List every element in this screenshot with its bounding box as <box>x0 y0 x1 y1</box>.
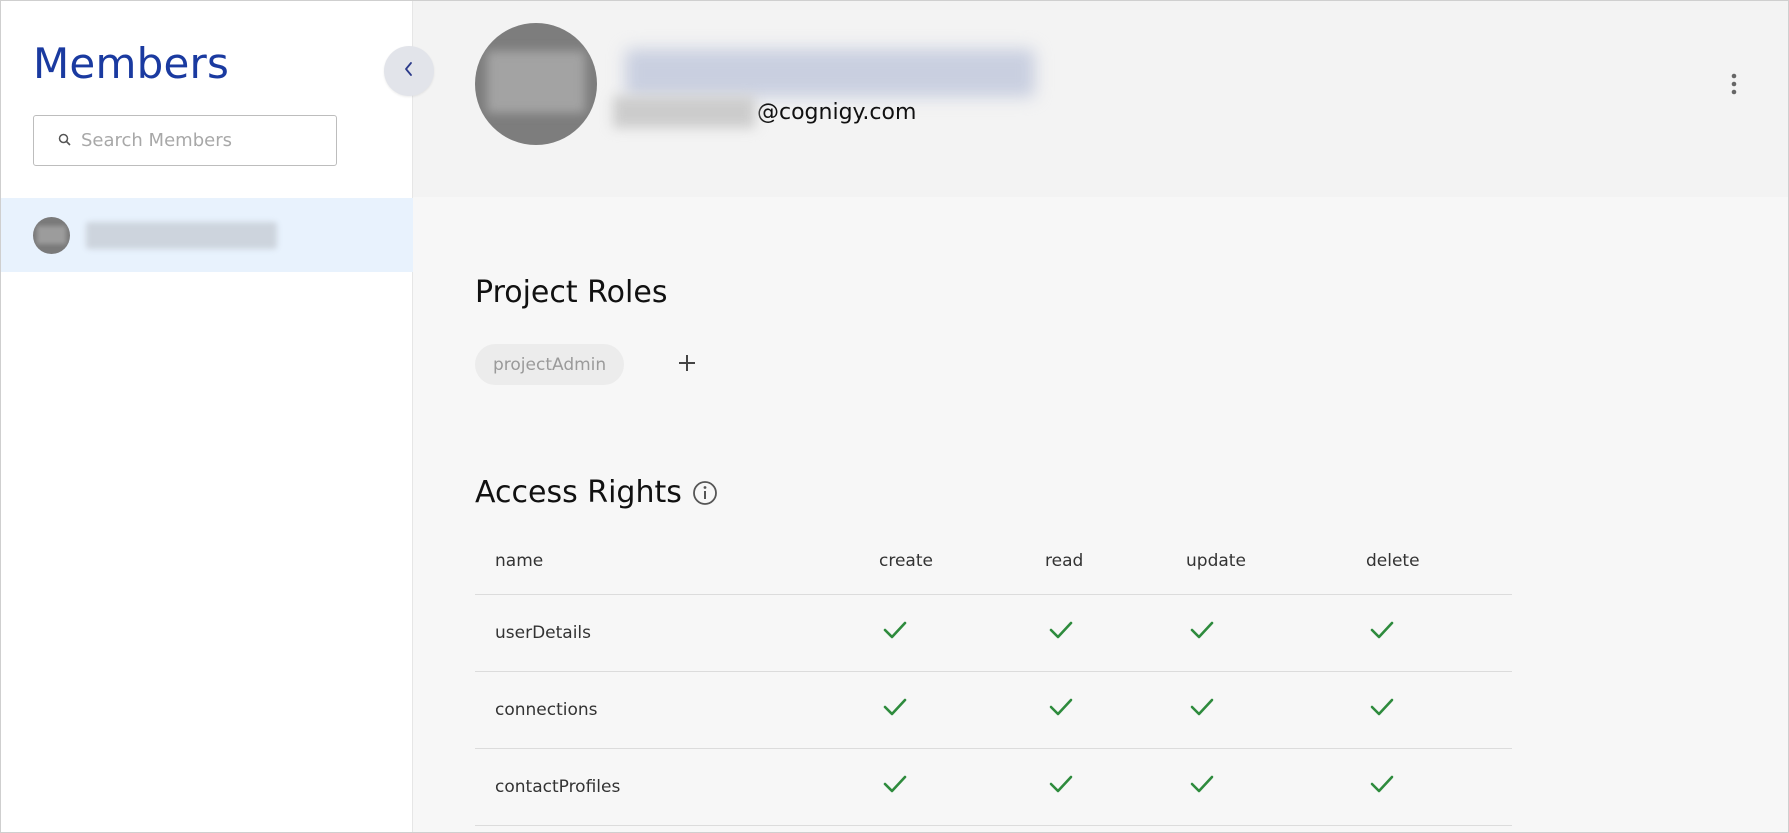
member-name-redacted <box>625 49 1035 97</box>
read-check-cell <box>1045 748 1186 826</box>
member-header: @cognigy.com <box>413 1 1788 197</box>
update-check-cell <box>1186 671 1366 749</box>
member-name-redacted <box>86 221 277 249</box>
add-role-button[interactable] <box>671 349 703 381</box>
table-row: contactProfiles <box>475 748 1512 826</box>
search-icon <box>58 131 71 150</box>
delete-check-cell <box>1366 594 1512 672</box>
check-icon <box>883 697 907 722</box>
check-icon <box>883 774 907 799</box>
access-rights-table: name create read update delete userDetai… <box>475 528 1512 826</box>
update-check-cell <box>1186 748 1366 826</box>
chevron-left-icon <box>403 60 415 82</box>
more-vertical-icon <box>1731 73 1737 99</box>
delete-check-cell <box>1366 748 1512 826</box>
info-icon[interactable] <box>692 480 718 506</box>
create-check-cell <box>879 671 1045 749</box>
member-detail-panel: @cognigy.com Project Roles projectAdmin <box>413 1 1788 832</box>
check-icon <box>1190 620 1214 645</box>
app-frame: Members @cogn <box>0 0 1789 833</box>
role-chip-projectadmin[interactable]: projectAdmin <box>475 344 625 385</box>
members-sidebar: Members <box>1 1 413 832</box>
collapse-sidebar-button[interactable] <box>384 46 434 96</box>
member-avatar <box>33 216 70 254</box>
member-email: @cognigy.com <box>613 96 916 128</box>
plus-icon <box>678 354 696 376</box>
check-icon <box>1190 774 1214 799</box>
sidebar-title: Members <box>33 39 230 88</box>
check-icon <box>1190 697 1214 722</box>
check-icon <box>1049 620 1073 645</box>
email-domain: @cognigy.com <box>757 99 917 125</box>
project-roles-title: Project Roles <box>475 275 668 310</box>
check-icon <box>1370 620 1394 645</box>
read-check-cell <box>1045 594 1186 672</box>
email-user-redacted <box>613 96 755 128</box>
access-rights-header: Access Rights <box>475 475 718 510</box>
column-header-delete: delete <box>1366 528 1512 595</box>
row-name: userDetails <box>475 594 879 672</box>
create-check-cell <box>879 748 1045 826</box>
column-header-update: update <box>1186 528 1366 595</box>
read-check-cell <box>1045 671 1186 749</box>
access-rights-title: Access Rights <box>475 475 682 510</box>
row-name: connections <box>475 671 879 749</box>
check-icon <box>1370 697 1394 722</box>
more-options-button[interactable] <box>1719 69 1749 103</box>
check-icon <box>1049 697 1073 722</box>
check-icon <box>1370 774 1394 799</box>
table-row: connections <box>475 671 1512 749</box>
column-header-name: name <box>475 528 879 595</box>
delete-check-cell <box>1366 671 1512 749</box>
table-header-row: name create read update delete <box>475 528 1512 595</box>
member-list-item[interactable] <box>1 198 413 272</box>
update-check-cell <box>1186 594 1366 672</box>
check-icon <box>1049 774 1073 799</box>
search-input[interactable] <box>81 130 321 151</box>
search-members-box[interactable] <box>33 115 337 166</box>
column-header-read: read <box>1045 528 1186 595</box>
check-icon <box>883 620 907 645</box>
profile-avatar <box>475 23 597 145</box>
table-row: userDetails <box>475 594 1512 672</box>
row-name: contactProfiles <box>475 748 879 826</box>
column-header-create: create <box>879 528 1045 595</box>
create-check-cell <box>879 594 1045 672</box>
